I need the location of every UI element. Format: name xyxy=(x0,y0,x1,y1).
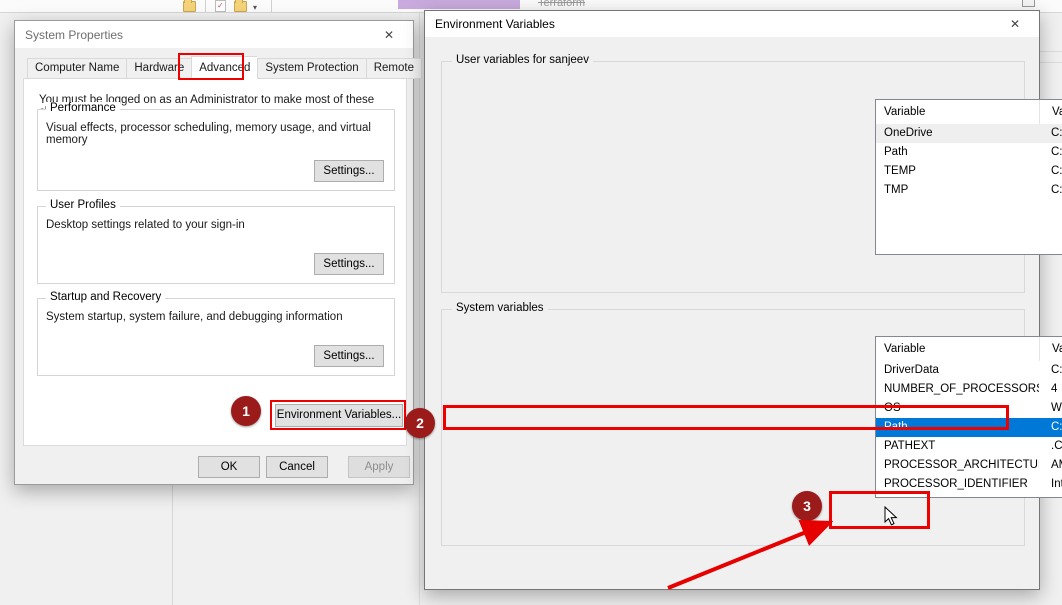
annotation-box-edit-button xyxy=(829,491,930,529)
tab-system-protection[interactable]: System Protection xyxy=(257,58,365,79)
variable-value: C:\Users\\AppData\Local\Temp xyxy=(1039,162,1062,181)
table-row-path[interactable]: PathC:\Users\\AppData\Local\Microsoft\Wi… xyxy=(876,143,1062,162)
annotation-box-env-vars-button xyxy=(270,400,406,430)
close-icon[interactable]: ✕ xyxy=(375,28,403,42)
table-header: Variable Value xyxy=(876,100,1062,124)
toolbar-separator xyxy=(271,0,272,12)
environment-variables-dialog: Environment Variables ✕ User variables f… xyxy=(424,10,1040,590)
variable-name: PROCESSOR_ARCHITECTURE xyxy=(876,456,1039,475)
variable-name: DriverData xyxy=(876,361,1039,380)
table-row-driverdata[interactable]: DriverDataC:\Windows\System32\Drivers\Dr… xyxy=(876,361,1062,380)
variable-name: Path xyxy=(876,143,1039,162)
variable-value: Intel64 Family 6 Model 158 Stepping 10, … xyxy=(1039,475,1062,494)
check-document-icon xyxy=(215,0,226,12)
folder-icon xyxy=(234,1,247,12)
background-square xyxy=(1022,0,1035,7)
table-row-number_of_processors[interactable]: NUMBER_OF_PROCESSORS4 xyxy=(876,380,1062,399)
cancel-button[interactable]: Cancel xyxy=(266,456,328,478)
background-divider xyxy=(172,485,173,605)
mouse-cursor xyxy=(884,506,899,527)
variable-value: C:\Users\\OneDrive xyxy=(1039,124,1062,143)
environment-variables-titlebar[interactable]: Environment Variables ✕ xyxy=(425,11,1039,37)
group-title: Startup and Recovery xyxy=(46,291,165,303)
user-profiles-group: User Profiles Desktop settings related t… xyxy=(37,206,395,284)
toolbar-separator xyxy=(205,0,206,12)
table-header: Variable Value xyxy=(876,337,1062,361)
column-header-variable[interactable]: Variable xyxy=(876,100,1039,124)
background-divider xyxy=(1040,51,1062,52)
startup-recovery-group: Startup and Recovery System startup, sys… xyxy=(37,298,395,376)
group-title: System variables xyxy=(452,302,548,314)
variable-value: C:\Users\\AppData\Local\Temp xyxy=(1039,181,1062,200)
group-title: User Profiles xyxy=(46,199,120,211)
tab-remote[interactable]: Remote xyxy=(366,58,422,79)
background-highlight-block xyxy=(398,0,520,9)
dialog-title: System Properties xyxy=(25,28,375,42)
annotation-marker-2: 2 xyxy=(405,408,435,438)
background-divider xyxy=(419,13,420,605)
variable-value: C:\Users\\AppData\Local\Microsoft\Window… xyxy=(1039,143,1062,162)
annotation-arrow xyxy=(660,512,840,598)
annotation-box-advanced-tab xyxy=(178,53,244,80)
column-header-value[interactable]: Value xyxy=(1039,337,1062,361)
variable-value: C:\Windows\System32\Drivers\DriverData xyxy=(1039,361,1062,380)
group-description: System startup, system failure, and debu… xyxy=(46,311,386,323)
performance-settings-button[interactable]: Settings... xyxy=(314,160,384,182)
group-title: User variables for sanjeev xyxy=(452,54,593,66)
table-row-pathext[interactable]: PATHEXT.COM;.EXE;.BAT;.CMD;.VBS;.VBE;.JS… xyxy=(876,437,1062,456)
dialog-title: Environment Variables xyxy=(435,17,1001,31)
column-header-value[interactable]: Value xyxy=(1039,100,1062,124)
table-row-tmp[interactable]: TMPC:\Users\\AppData\Local\Temp xyxy=(876,181,1062,200)
ok-button[interactable]: OK xyxy=(198,456,260,478)
table-row-temp[interactable]: TEMPC:\Users\\AppData\Local\Temp xyxy=(876,162,1062,181)
annotation-box-path-row xyxy=(443,405,1009,430)
variable-name: TMP xyxy=(876,181,1039,200)
variable-value: 4 xyxy=(1039,380,1062,399)
column-header-variable[interactable]: Variable xyxy=(876,337,1039,361)
background-divider xyxy=(1040,62,1062,63)
folder-icon xyxy=(183,1,196,12)
group-description: Visual effects, processor scheduling, me… xyxy=(46,122,386,146)
variable-name: TEMP xyxy=(876,162,1039,181)
user-variables-table: Variable Value OneDriveC:\Users\\OneDriv… xyxy=(875,99,1062,255)
user-profiles-settings-button[interactable]: Settings... xyxy=(314,253,384,275)
group-title: Performance xyxy=(46,102,120,114)
variable-value: C:\Windows\system32;C:\Windows;C:\Window… xyxy=(1039,418,1062,437)
variable-name: NUMBER_OF_PROCESSORS xyxy=(876,380,1039,399)
background-terraform-label: Terraform xyxy=(538,0,585,10)
group-description: Desktop settings related to your sign-in xyxy=(46,219,386,231)
variable-value: Windows_NT xyxy=(1039,399,1062,418)
variable-name: OneDrive xyxy=(876,124,1039,143)
table-row-processor_architecture[interactable]: PROCESSOR_ARCHITECTUREAMD64 xyxy=(876,456,1062,475)
system-properties-titlebar[interactable]: System Properties ✕ xyxy=(15,21,413,48)
startup-settings-button[interactable]: Settings... xyxy=(314,345,384,367)
variable-name: PATHEXT xyxy=(876,437,1039,456)
table-row-onedrive[interactable]: OneDriveC:\Users\\OneDrive xyxy=(876,124,1062,143)
apply-button: Apply xyxy=(348,456,410,478)
close-icon[interactable]: ✕ xyxy=(1001,17,1029,31)
performance-group: Performance Visual effects, processor sc… xyxy=(37,109,395,191)
annotation-marker-1: 1 xyxy=(231,396,261,426)
chevron-down-icon: ▾ xyxy=(253,3,257,12)
variable-value: AMD64 xyxy=(1039,456,1062,475)
tab-computer-name[interactable]: Computer Name xyxy=(27,58,126,79)
variable-value: .COM;.EXE;.BAT;.CMD;.VBS;.VBE;.JS;.JSE;.… xyxy=(1039,437,1062,456)
